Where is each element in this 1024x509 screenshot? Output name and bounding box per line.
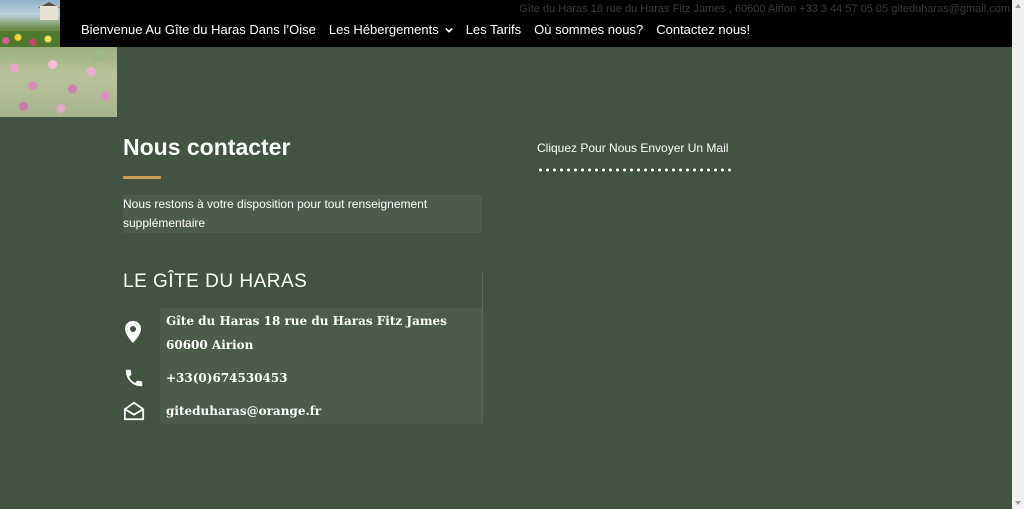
map-pin-icon — [125, 321, 141, 343]
page-title: Nous contacter — [123, 134, 291, 160]
email-address[interactable]: giteduharas@orange.fr — [166, 404, 321, 418]
scroll-down-arrow-icon[interactable] — [1015, 501, 1021, 505]
nav-item-bienvenue[interactable]: Bienvenue Au Gîte du Haras Dans l’Oise — [81, 22, 316, 37]
nav-item-contact[interactable]: Contactez nous! — [656, 22, 750, 37]
nav-item-label: Les Tarifs — [465, 22, 522, 37]
phone-number[interactable]: +33(0)674530453 — [166, 371, 288, 385]
logo-house — [40, 6, 58, 20]
nav-item-label: Où sommes nous? — [534, 22, 644, 37]
top-contact-line: Gîte du Haras 18 rue du Haras Fitz James… — [519, 3, 1010, 15]
title-underline — [123, 176, 161, 179]
nav-item-label: Les Hébergements — [328, 22, 439, 37]
gite-heading: LE GÎTE DU HARAS — [123, 271, 308, 292]
envelope-icon — [123, 401, 145, 421]
intro-text: Nous restons à votre disposition pour to… — [123, 195, 482, 233]
logo-flowers — [0, 31, 60, 47]
panel-divider — [482, 272, 483, 423]
address-line-1: Gîte du Haras 18 rue du Haras Fitz James — [166, 314, 447, 328]
garden-image — [0, 47, 117, 117]
nav-item-hebergements[interactable]: Les Hébergements — [329, 22, 453, 37]
top-bar: Gîte du Haras 18 rue du Haras Fitz James… — [0, 0, 1012, 47]
dotted-divider — [537, 168, 733, 172]
address-line-2: 60600 Airion — [166, 338, 254, 352]
main-nav: Bienvenue Au Gîte du Haras Dans l’Oise L… — [81, 22, 750, 37]
nav-item-label: Contactez nous! — [656, 22, 751, 37]
send-mail-link[interactable]: Cliquez Pour Nous Envoyer Un Mail — [537, 141, 728, 155]
nav-item-tarifs[interactable]: Les Tarifs — [466, 22, 521, 37]
chevron-down-icon — [444, 27, 453, 33]
site-logo[interactable] — [0, 0, 60, 47]
scroll-up-arrow-icon[interactable] — [1015, 4, 1021, 8]
nav-item-label: Bienvenue Au Gîte du Haras Dans l’Oise — [81, 22, 316, 37]
vertical-scrollbar[interactable] — [1012, 0, 1024, 509]
nav-item-location[interactable]: Où sommes nous? — [534, 22, 643, 37]
phone-icon — [125, 369, 143, 387]
